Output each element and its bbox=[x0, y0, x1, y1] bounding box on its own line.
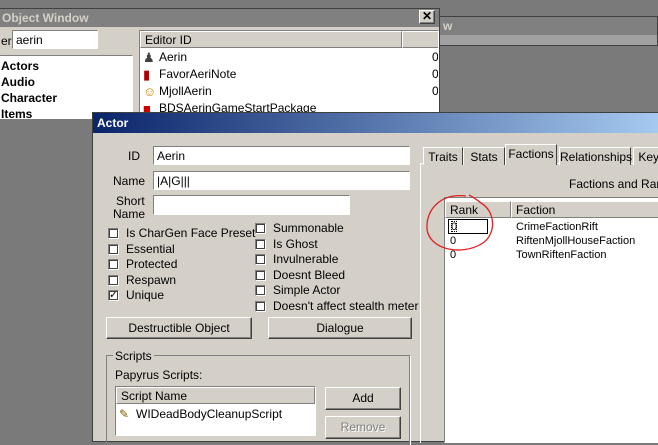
add-script-button[interactable]: Add bbox=[325, 387, 401, 410]
scripts-group-label: Scripts bbox=[113, 349, 154, 363]
checkbox[interactable] bbox=[255, 301, 266, 312]
object-list[interactable]: Editor ID ♟ Aerin 0 ▮ FavorAeriNote 0 ☺ MjollAe… bbox=[139, 30, 439, 119]
annotation-circle bbox=[426, 194, 494, 251]
close-button[interactable]: ✕ bbox=[419, 10, 435, 24]
face-icon: ☺ bbox=[143, 84, 157, 99]
checkbox-label: Invulnerable bbox=[273, 252, 339, 267]
name-label: Name bbox=[113, 174, 146, 188]
short-name-label-line1: Short bbox=[116, 194, 145, 208]
object-list-row[interactable]: ♟ Aerin 0 bbox=[140, 49, 438, 66]
tree-item[interactable]: Character bbox=[1, 90, 57, 106]
tree-item[interactable]: Actors bbox=[1, 58, 39, 74]
id-input[interactable]: Aerin bbox=[153, 146, 410, 165]
object-window: Object Window ✕ er aerin Actors Audio Char… bbox=[0, 8, 440, 119]
actor-dialog-title: Actor bbox=[97, 116, 129, 130]
faction-rank[interactable]: 0 bbox=[451, 220, 457, 234]
script-icon: ✎ bbox=[119, 407, 130, 421]
faction-header-text: Faction bbox=[516, 203, 556, 217]
faction-name[interactable]: CrimeFactionRift bbox=[516, 220, 598, 234]
id-label: ID bbox=[128, 149, 140, 163]
dialogue-button[interactable]: Dialogue bbox=[268, 317, 412, 339]
object-window-titlebar: Object Window bbox=[0, 9, 439, 27]
background-window-title-text: w bbox=[443, 19, 453, 33]
tree-item[interactable]: Audio bbox=[1, 74, 35, 90]
destructible-object-button-label: Destructible Object bbox=[128, 321, 230, 335]
checkbox[interactable] bbox=[108, 259, 119, 271]
name-input[interactable]: |A|G||| bbox=[153, 171, 410, 190]
object-list-name: FavorAeriNote bbox=[159, 67, 237, 81]
checkbox-label: Doesn't affect stealth meter bbox=[273, 299, 419, 313]
checkbox[interactable] bbox=[255, 238, 266, 250]
dialogue-button-label: Dialogue bbox=[316, 321, 364, 335]
object-list-name: MjollAerin bbox=[159, 84, 212, 98]
checkbox-label: Simple Actor bbox=[273, 283, 341, 298]
checkbox-label: Protected bbox=[126, 257, 178, 272]
factions-and-rank-label: Factions and Rank bbox=[569, 177, 658, 191]
annotation-stroke bbox=[426, 194, 494, 251]
script-name-column-header[interactable]: Script Name bbox=[116, 387, 315, 404]
add-script-button-label: Add bbox=[352, 391, 374, 405]
close-icon: ✕ bbox=[421, 9, 433, 23]
checkbox-label: Respawn bbox=[126, 272, 177, 287]
checkbox-label: Doesnt Bleed bbox=[273, 267, 346, 282]
script-row[interactable]: ✎ WIDeadBodyCleanupScript bbox=[116, 407, 315, 423]
tab-factions[interactable]: Factions bbox=[505, 144, 557, 165]
tree-item[interactable]: Items bbox=[1, 106, 32, 118]
script-name: WIDeadBodyCleanupScript bbox=[136, 407, 283, 421]
object-list-row[interactable]: ☺ MjollAerin 0 bbox=[140, 83, 438, 100]
filter-input[interactable]: aerin bbox=[12, 30, 98, 49]
actor-dialog-titlebar: Actor bbox=[93, 113, 658, 133]
tab-keyw[interactable]: Keyw bbox=[633, 147, 658, 165]
editor-id-header-text: Editor ID bbox=[145, 33, 192, 47]
object-window-title: Object Window bbox=[2, 11, 89, 25]
filter-input-value: aerin bbox=[16, 33, 43, 47]
filter-label: er bbox=[1, 34, 12, 48]
short-name-label-line2: Name bbox=[113, 207, 146, 221]
editor-id-column-header[interactable]: Editor ID bbox=[140, 31, 402, 48]
checkbox[interactable]: ✓ bbox=[108, 290, 119, 302]
checkbox[interactable] bbox=[255, 269, 266, 281]
value-column-header[interactable] bbox=[402, 31, 438, 48]
checkbox[interactable] bbox=[108, 228, 119, 239]
checkbox[interactable] bbox=[255, 254, 266, 266]
tab-stats[interactable]: Stats bbox=[463, 147, 505, 165]
checkbox[interactable] bbox=[108, 274, 119, 286]
object-tree[interactable]: ActorsAudioCharacterItemsMagicMiscellane… bbox=[0, 55, 133, 119]
faction-column-header[interactable]: Faction bbox=[511, 201, 658, 218]
checkbox-label: Summonable bbox=[273, 221, 344, 235]
object-list-row[interactable]: ▮ FavorAeriNote 0 bbox=[140, 66, 438, 83]
actor-dialog: Actor ID Aerin Name |A|G||| Short Name I… bbox=[92, 112, 658, 445]
checkbox[interactable] bbox=[108, 243, 119, 255]
tab-traits[interactable]: Traits bbox=[423, 147, 463, 165]
papyrus-scripts-label: Papyrus Scripts: bbox=[115, 368, 203, 382]
name-input-value: |A|G||| bbox=[157, 174, 190, 188]
script-name-header-text: Script Name bbox=[121, 389, 188, 403]
short-name-input[interactable] bbox=[153, 195, 350, 215]
scripts-list[interactable]: Script Name ✎ WIDeadBodyCleanupScript bbox=[115, 386, 316, 436]
tab-relationships[interactable]: Relationships bbox=[559, 147, 632, 165]
actor-icon: ♟ bbox=[143, 50, 155, 65]
object-list-value: 0 bbox=[432, 84, 439, 98]
destructible-object-button[interactable]: Destructible Object bbox=[106, 317, 252, 339]
checkbox[interactable] bbox=[255, 223, 266, 234]
checkbox-label: Unique bbox=[126, 288, 165, 303]
object-list-name: Aerin bbox=[159, 50, 188, 64]
id-input-value: Aerin bbox=[157, 149, 186, 163]
checkbox-label: Essential bbox=[126, 241, 175, 256]
checkbox-label: Is Ghost bbox=[273, 236, 318, 251]
remove-script-button[interactable]: Remove bbox=[325, 416, 401, 439]
checkbox-label: Is CharGen Face Preset bbox=[126, 226, 256, 240]
faction-name[interactable]: TownRiftenFaction bbox=[516, 248, 607, 262]
object-list-value: 0 bbox=[432, 50, 439, 64]
faction-name[interactable]: RiftenMjollHouseFaction bbox=[516, 234, 635, 248]
object-list-value: 0 bbox=[432, 67, 439, 81]
checkbox[interactable] bbox=[255, 285, 266, 297]
book-icon: ▮ bbox=[143, 67, 151, 82]
